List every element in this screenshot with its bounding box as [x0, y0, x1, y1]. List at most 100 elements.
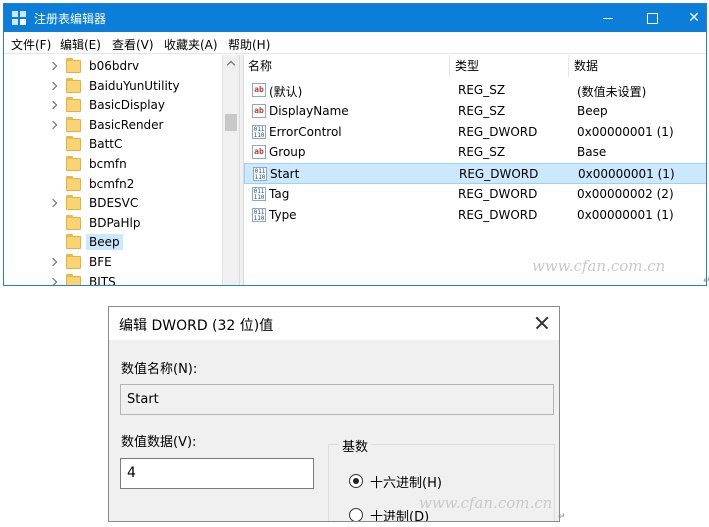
- folder-icon: [66, 175, 81, 191]
- tree-item[interactable]: Beep: [4, 233, 222, 253]
- chevron-right-icon[interactable]: [49, 81, 59, 91]
- folder-icon: [66, 273, 81, 285]
- tree-item-label: BaiduYunUtility: [89, 78, 180, 93]
- dialog-title: 编辑 DWORD (32 位)值: [119, 318, 274, 334]
- chevron-right-icon[interactable]: [49, 120, 59, 130]
- tree-item[interactable]: BDESVC: [4, 194, 222, 214]
- tree-item[interactable]: BITS: [4, 273, 222, 286]
- registry-editor-icon: [12, 11, 26, 25]
- value-name: (默认): [269, 85, 303, 99]
- edit-dword-dialog: 编辑 DWORD (32 位)值 数值名称(N): Start 数值数据(V):…: [108, 306, 560, 522]
- column-header-name[interactable]: 名称: [244, 55, 450, 77]
- value-row[interactable]: ab (默认) REG_SZ (数值未设置): [244, 80, 706, 101]
- chevron-right-icon[interactable]: [49, 257, 59, 267]
- folder-icon: [66, 116, 81, 132]
- menu-bar: 文件(F) 编辑(E) 查看(V) 收藏夹(A) 帮助(H): [4, 32, 706, 54]
- value-data: 0x00000001 (1): [578, 167, 675, 182]
- chevron-right-icon[interactable]: [49, 61, 59, 71]
- tree-item[interactable]: BFE: [4, 253, 222, 273]
- tree-item-label: BasicRender: [89, 117, 164, 132]
- tree-item-label: BITS: [89, 274, 116, 286]
- close-icon: ✕: [688, 10, 700, 26]
- hexadecimal-radio[interactable]: [349, 474, 363, 488]
- tree-item-label: bcmfn2: [89, 176, 135, 191]
- binary-value-icon: 011 110: [253, 167, 267, 182]
- value-name: Type: [269, 207, 297, 222]
- close-icon[interactable]: [530, 311, 554, 335]
- value-data: Beep: [577, 103, 608, 118]
- tree-item[interactable]: BasicDisplay: [4, 96, 222, 116]
- tree-scrollbar[interactable]: [222, 55, 240, 285]
- folder-icon: [66, 136, 81, 152]
- value-data-label: 数值数据(V):: [121, 435, 197, 450]
- tree-item-label: b06bdrv: [89, 59, 140, 73]
- tree-item-label: BattC: [89, 137, 123, 152]
- menu-edit[interactable]: 编辑(E): [60, 36, 101, 53]
- values-pane: 名称 类型 数据 ab (默认) REG_SZ (数值未设置) ab DisplayNam…: [244, 55, 706, 285]
- maximize-button[interactable]: [630, 4, 674, 32]
- binary-value-icon: 011 110: [252, 124, 266, 139]
- tree-item[interactable]: bcmfn2: [4, 175, 222, 195]
- value-row[interactable]: ab Group REG_SZ Base: [244, 142, 706, 163]
- value-name: Tag: [269, 187, 290, 201]
- value-name: Start: [270, 167, 300, 182]
- watermark: www.cfan.com.cn: [532, 257, 666, 275]
- menu-help[interactable]: 帮助(H): [228, 36, 270, 53]
- folder-icon: [66, 77, 81, 93]
- tree-item[interactable]: BDPaHlp: [4, 214, 222, 234]
- minimize-button[interactable]: [586, 4, 630, 32]
- value-name-label: 数值名称(N):: [121, 362, 198, 377]
- value-row[interactable]: 011 110 Type REG_DWORD 0x00000001 (1): [244, 205, 706, 226]
- folder-icon: [66, 195, 81, 211]
- value-type: REG_SZ: [458, 103, 506, 118]
- tree-item[interactable]: BasicRender: [4, 116, 222, 136]
- chevron-right-icon[interactable]: [49, 198, 59, 208]
- value-row[interactable]: 011 110 Tag REG_DWORD 0x00000002 (2): [244, 184, 706, 205]
- column-header-data[interactable]: 数据: [570, 55, 706, 77]
- binary-value-icon: 011 110: [252, 207, 266, 222]
- paragraph-mark-icon: ↵: [558, 512, 566, 522]
- string-value-icon: ab: [252, 83, 266, 97]
- value-data: (数值未设置): [577, 85, 647, 99]
- value-row[interactable]: ab DisplayName REG_SZ Beep: [244, 101, 706, 122]
- folder-icon: [66, 58, 81, 73]
- value-name: DisplayName: [269, 103, 349, 118]
- title-bar[interactable]: 注册表编辑器 ✕: [4, 4, 706, 32]
- base-group-label: 基数: [339, 436, 372, 455]
- folder-icon: [66, 214, 81, 230]
- scroll-thumb[interactable]: [225, 114, 237, 131]
- value-data: Base: [577, 145, 607, 160]
- tree-item[interactable]: b06bdrv: [4, 57, 222, 77]
- string-value-icon: ab: [252, 103, 266, 118]
- value-type: REG_DWORD: [459, 167, 539, 182]
- key-tree: b06bdrv BaiduYunUtility BasicDisplay BasicR…: [4, 55, 239, 286]
- binary-value-icon: 011 110: [252, 187, 266, 201]
- value-name-field: Start: [120, 384, 554, 415]
- tree-item[interactable]: BaiduYunUtility: [4, 77, 222, 97]
- folder-icon: [66, 254, 81, 269]
- folder-icon: [66, 234, 81, 250]
- menu-file[interactable]: 文件(F): [11, 36, 51, 53]
- tree-item[interactable]: bcmfn: [4, 155, 222, 175]
- column-header-type[interactable]: 类型: [451, 55, 569, 77]
- tree-item[interactable]: BattC: [4, 135, 222, 155]
- value-row[interactable]: 011 110 Start REG_DWORD 0x00000001 (1): [244, 163, 706, 185]
- menu-view[interactable]: 查看(V): [112, 36, 154, 53]
- value-data-input[interactable]: 4: [120, 458, 314, 489]
- chevron-right-icon[interactable]: [49, 100, 59, 110]
- chevron-right-icon[interactable]: [49, 277, 59, 285]
- decimal-radio[interactable]: [349, 508, 363, 521]
- value-row[interactable]: 011 110 ErrorControl REG_DWORD 0x00000001 (…: [244, 122, 706, 143]
- registry-editor-window: 注册表编辑器 ✕ 文件(F) 编辑(E) 查看(V) 收藏夹(A) 帮助(H) …: [3, 3, 707, 286]
- hexadecimal-label[interactable]: 十六进制(H): [370, 472, 442, 491]
- value-type: REG_DWORD: [458, 124, 538, 139]
- value-data: 0x00000001 (1): [577, 124, 674, 139]
- close-button[interactable]: ✕: [672, 4, 706, 32]
- scroll-up-arrow-icon[interactable]: [223, 55, 240, 71]
- value-data: 0x00000002 (2): [577, 187, 674, 201]
- paragraph-mark-icon: ↵: [703, 276, 709, 286]
- value-data: 0x00000001 (1): [577, 207, 674, 222]
- menu-favorites[interactable]: 收藏夹(A): [164, 36, 218, 53]
- dialog-title-bar[interactable]: 编辑 DWORD (32 位)值: [109, 307, 559, 340]
- value-type: REG_SZ: [458, 83, 506, 97]
